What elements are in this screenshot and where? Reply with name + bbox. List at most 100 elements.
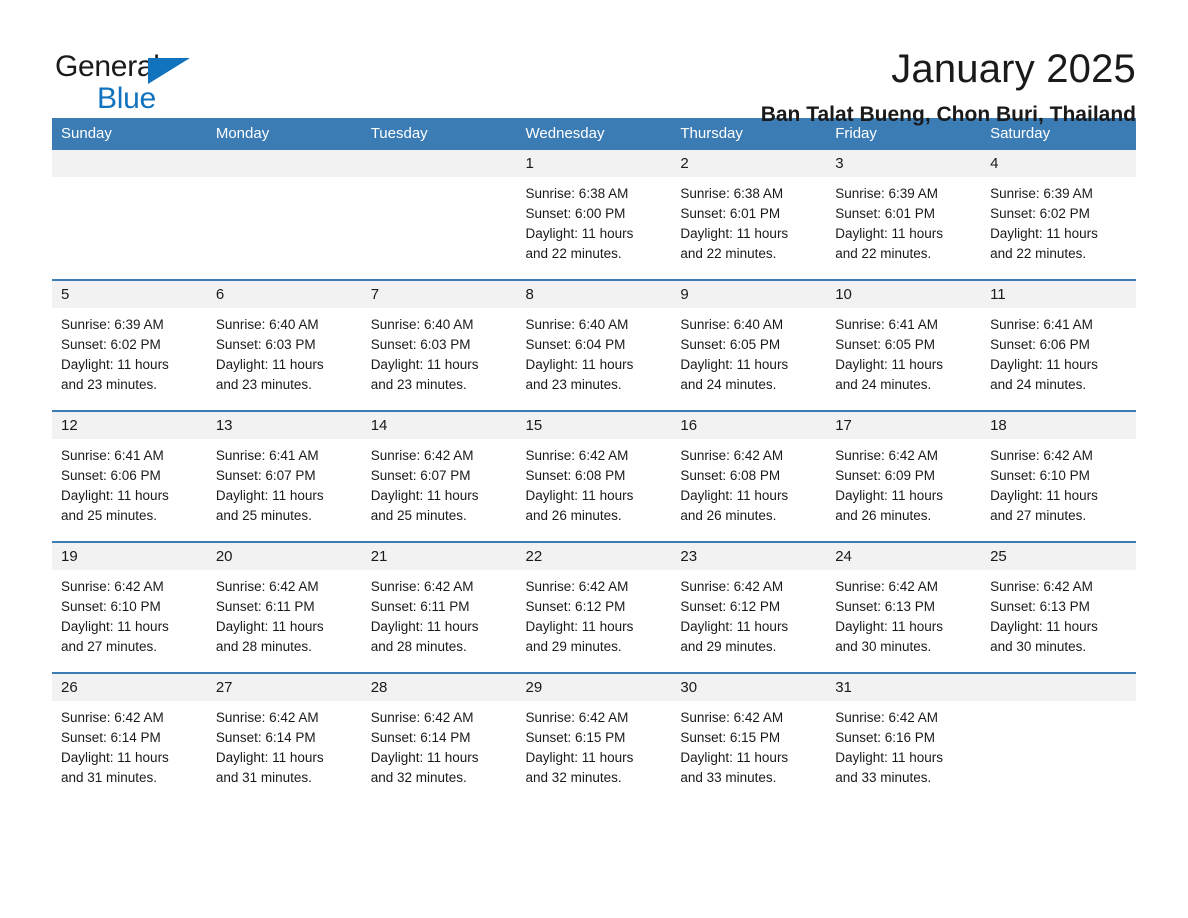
daylight-text-line1: Daylight: 11 hours: [835, 619, 944, 635]
day-details: Sunrise: 6:40 AM Sunset: 6:03 PM Daylight:…: [207, 308, 362, 395]
day-cell-inner: 5 Sunrise: 6:39 AM Sunset: 6:02 PM Daylight…: [52, 281, 207, 410]
day-cell-inner: 12 Sunrise: 6:41 AM Sunset: 6:06 PM Dayligh…: [52, 412, 207, 541]
calendar-day-cell[interactable]: 10 Sunrise: 6:41 AM Sunset: 6:05 PM Dayligh…: [826, 279, 982, 411]
sunrise-text: Sunrise: 6:42 AM: [215, 710, 319, 725]
weekday-header-tuesday: Tuesday: [361, 118, 517, 150]
day-details: Sunrise: 6:41 AM Sunset: 6:05 PM Daylight:…: [826, 308, 981, 395]
day-cell-inner: 20 Sunrise: 6:42 AM Sunset: 6:11 PM Dayligh…: [206, 543, 362, 672]
day-number: 15: [516, 412, 672, 439]
day-number: 1: [516, 150, 672, 177]
daylight-text-line1: Daylight: 11 hours: [680, 357, 789, 373]
general-blue-logo[interactable]: General Blue: [52, 46, 202, 116]
sunset-text: Sunset: 6:02 PM: [990, 206, 1090, 222]
daylight-text-line1: Daylight: 11 hours: [990, 357, 1098, 373]
calendar-day-cell[interactable]: 25 Sunrise: 6:42 AM Sunset: 6:13 PM Dayligh…: [981, 541, 1136, 673]
calendar-day-cell[interactable]: 5 Sunrise: 6:39 AM Sunset: 6:02 PM Daylight…: [52, 279, 207, 411]
daylight-text-line2: and 29 minutes.: [525, 639, 622, 655]
calendar-day-cell[interactable]: 27 Sunrise: 6:42 AM Sunset: 6:14 PM Dayligh…: [206, 672, 362, 803]
daylight-text-line1: Daylight: 11 hours: [525, 750, 634, 766]
day-cell-inner: [981, 674, 1136, 803]
calendar-day-cell[interactable]: 3 Sunrise: 6:39 AM Sunset: 6:01 PM Daylight…: [826, 150, 982, 280]
calendar-week-row: 12 Sunrise: 6:41 AM Sunset: 6:06 PM Dayligh…: [52, 410, 1136, 542]
sunrise-text: Sunrise: 6:41 AM: [835, 317, 939, 332]
day-number: 9: [671, 281, 827, 308]
day-number: 24: [826, 543, 982, 570]
calendar-day-cell[interactable]: 18 Sunrise: 6:42 AM Sunset: 6:10 PM Dayligh…: [981, 410, 1136, 542]
day-number: 28: [361, 674, 517, 701]
calendar-day-cell[interactable]: 20 Sunrise: 6:42 AM Sunset: 6:11 PM Dayligh…: [206, 541, 362, 673]
logo-text-blue: Blue: [97, 82, 156, 115]
sunrise-text: Sunrise: 6:39 AM: [835, 186, 939, 201]
calendar-day-cell[interactable]: 9 Sunrise: 6:40 AM Sunset: 6:05 PM Daylight…: [671, 279, 827, 411]
sunset-text: Sunset: 6:10 PM: [990, 468, 1090, 484]
daylight-text-line1: Daylight: 11 hours: [370, 750, 479, 766]
day-cell-inner: 26 Sunrise: 6:42 AM Sunset: 6:14 PM Dayligh…: [52, 674, 207, 803]
calendar-day-cell[interactable]: 19 Sunrise: 6:42 AM Sunset: 6:10 PM Dayligh…: [52, 541, 207, 673]
calendar-day-cell[interactable]: 28 Sunrise: 6:42 AM Sunset: 6:14 PM Dayligh…: [361, 672, 517, 803]
day-details: Sunrise: 6:42 AM Sunset: 6:10 PM Daylight:…: [52, 570, 207, 657]
day-number: [206, 150, 362, 177]
calendar-day-cell[interactable]: 31 Sunrise: 6:42 AM Sunset: 6:16 PM Dayligh…: [826, 672, 982, 803]
day-details: Sunrise: 6:42 AM Sunset: 6:08 PM Daylight:…: [517, 439, 672, 526]
daylight-text-line1: Daylight: 11 hours: [525, 488, 634, 504]
calendar-day-cell[interactable]: 13 Sunrise: 6:41 AM Sunset: 6:07 PM Dayligh…: [206, 410, 362, 542]
day-cell-inner: 29 Sunrise: 6:42 AM Sunset: 6:15 PM Dayligh…: [516, 674, 672, 803]
calendar-day-cell[interactable]: 12 Sunrise: 6:41 AM Sunset: 6:06 PM Dayligh…: [52, 410, 207, 542]
calendar-day-cell[interactable]: 23 Sunrise: 6:42 AM Sunset: 6:12 PM Dayligh…: [671, 541, 827, 673]
day-number: 5: [52, 281, 207, 308]
calendar-day-cell[interactable]: 1 Sunrise: 6:38 AM Sunset: 6:00 PM Daylight…: [516, 150, 672, 280]
calendar-week-row: 26 Sunrise: 6:42 AM Sunset: 6:14 PM Dayligh…: [52, 672, 1136, 803]
calendar-day-cell[interactable]: 8 Sunrise: 6:40 AM Sunset: 6:04 PM Daylight…: [516, 279, 672, 411]
calendar-day-cell[interactable]: 7 Sunrise: 6:40 AM Sunset: 6:03 PM Daylight…: [361, 279, 517, 411]
calendar-day-cell[interactable]: 21 Sunrise: 6:42 AM Sunset: 6:11 PM Dayligh…: [361, 541, 517, 673]
sunrise-text: Sunrise: 6:42 AM: [525, 448, 629, 463]
calendar-day-cell[interactable]: 24 Sunrise: 6:42 AM Sunset: 6:13 PM Dayligh…: [826, 541, 982, 673]
calendar-day-cell[interactable]: 11 Sunrise: 6:41 AM Sunset: 6:06 PM Dayligh…: [981, 279, 1136, 411]
day-details: Sunrise: 6:42 AM Sunset: 6:14 PM Daylight:…: [207, 701, 362, 788]
calendar-day-cell[interactable]: 29 Sunrise: 6:42 AM Sunset: 6:15 PM Dayligh…: [516, 672, 672, 803]
calendar-day-cell[interactable]: 16 Sunrise: 6:42 AM Sunset: 6:08 PM Dayligh…: [671, 410, 827, 542]
day-number: 16: [671, 412, 827, 439]
calendar-day-cell[interactable]: 14 Sunrise: 6:42 AM Sunset: 6:07 PM Dayligh…: [361, 410, 517, 542]
daylight-text-line1: Daylight: 11 hours: [990, 619, 1098, 635]
sunset-text: Sunset: 6:14 PM: [370, 730, 471, 746]
daylight-text-line2: and 24 minutes.: [680, 377, 777, 393]
calendar-day-cell[interactable]: 26 Sunrise: 6:42 AM Sunset: 6:14 PM Dayligh…: [52, 672, 207, 803]
calendar-week-row: 1 Sunrise: 6:38 AM Sunset: 6:00 PM Daylight…: [52, 150, 1136, 280]
sunrise-text: Sunrise: 6:42 AM: [680, 448, 784, 463]
day-cell-inner: 3 Sunrise: 6:39 AM Sunset: 6:01 PM Daylight…: [826, 150, 982, 279]
sunset-text: Sunset: 6:13 PM: [990, 599, 1090, 615]
sunrise-text: Sunrise: 6:42 AM: [835, 579, 939, 594]
daylight-text-line1: Daylight: 11 hours: [61, 488, 169, 504]
sunrise-text: Sunrise: 6:38 AM: [680, 186, 784, 201]
day-number: 31: [826, 674, 982, 701]
day-details: Sunrise: 6:39 AM Sunset: 6:01 PM Daylight:…: [826, 177, 981, 264]
daylight-text-line2: and 26 minutes.: [525, 508, 622, 524]
daylight-text-line2: and 33 minutes.: [680, 770, 777, 786]
calendar-day-cell[interactable]: 15 Sunrise: 6:42 AM Sunset: 6:08 PM Dayligh…: [516, 410, 672, 542]
calendar-day-cell[interactable]: 6 Sunrise: 6:40 AM Sunset: 6:03 PM Daylight…: [206, 279, 362, 411]
day-number: 26: [52, 674, 207, 701]
daylight-text-line2: and 31 minutes.: [215, 770, 312, 786]
day-details: Sunrise: 6:42 AM Sunset: 6:15 PM Daylight:…: [671, 701, 826, 788]
daylight-text-line1: Daylight: 11 hours: [835, 357, 944, 373]
day-details: Sunrise: 6:38 AM Sunset: 6:01 PM Daylight:…: [671, 177, 826, 264]
day-number: 22: [516, 543, 672, 570]
calendar-day-cell[interactable]: 22 Sunrise: 6:42 AM Sunset: 6:12 PM Dayligh…: [516, 541, 672, 673]
day-details: Sunrise: 6:42 AM Sunset: 6:08 PM Daylight:…: [671, 439, 826, 526]
daylight-text-line2: and 26 minutes.: [680, 508, 777, 524]
calendar-day-cell[interactable]: 30 Sunrise: 6:42 AM Sunset: 6:15 PM Dayligh…: [671, 672, 827, 803]
day-cell-inner: 24 Sunrise: 6:42 AM Sunset: 6:13 PM Dayligh…: [826, 543, 982, 672]
calendar-day-cell[interactable]: 2 Sunrise: 6:38 AM Sunset: 6:01 PM Daylight…: [671, 150, 827, 280]
day-cell-inner: 19 Sunrise: 6:42 AM Sunset: 6:10 PM Dayligh…: [52, 543, 207, 672]
day-cell-inner: [361, 150, 517, 279]
calendar-day-cell[interactable]: 4 Sunrise: 6:39 AM Sunset: 6:02 PM Daylight…: [981, 150, 1136, 280]
daylight-text-line1: Daylight: 11 hours: [990, 488, 1098, 504]
calendar-day-cell[interactable]: 17 Sunrise: 6:42 AM Sunset: 6:09 PM Dayligh…: [826, 410, 982, 542]
daylight-text-line2: and 24 minutes.: [990, 377, 1087, 393]
sunrise-text: Sunrise: 6:39 AM: [990, 186, 1093, 201]
day-details: Sunrise: 6:42 AM Sunset: 6:13 PM Daylight:…: [981, 570, 1136, 657]
sunrise-text: Sunrise: 6:42 AM: [835, 710, 939, 725]
weekday-header-wednesday: Wednesday: [516, 118, 672, 150]
sunrise-text: Sunrise: 6:42 AM: [370, 579, 474, 594]
